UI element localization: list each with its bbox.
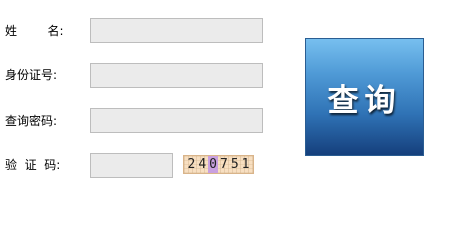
id-number-label: 身份证号:	[5, 68, 58, 82]
captcha-char: 2	[187, 157, 196, 172]
query-password-input[interactable]	[90, 108, 263, 133]
query-button[interactable]: 查询	[305, 38, 424, 156]
id-number-input[interactable]	[90, 63, 263, 88]
captcha-char: 4	[198, 157, 207, 172]
captcha-label: 验 证 码:	[5, 158, 61, 172]
captcha-char: 1	[241, 157, 250, 172]
query-password-label: 查询密码:	[5, 114, 58, 128]
captcha-input[interactable]	[90, 153, 173, 178]
captcha-char: 0	[208, 156, 218, 173]
captcha-char: 7	[219, 157, 228, 172]
captcha-char: 5	[230, 157, 239, 172]
name-label: 姓 名:	[5, 24, 64, 38]
name-input[interactable]	[90, 18, 263, 43]
captcha-image[interactable]: 2 4 0 7 5 1	[183, 155, 254, 174]
query-button-label: 查询	[327, 82, 402, 119]
